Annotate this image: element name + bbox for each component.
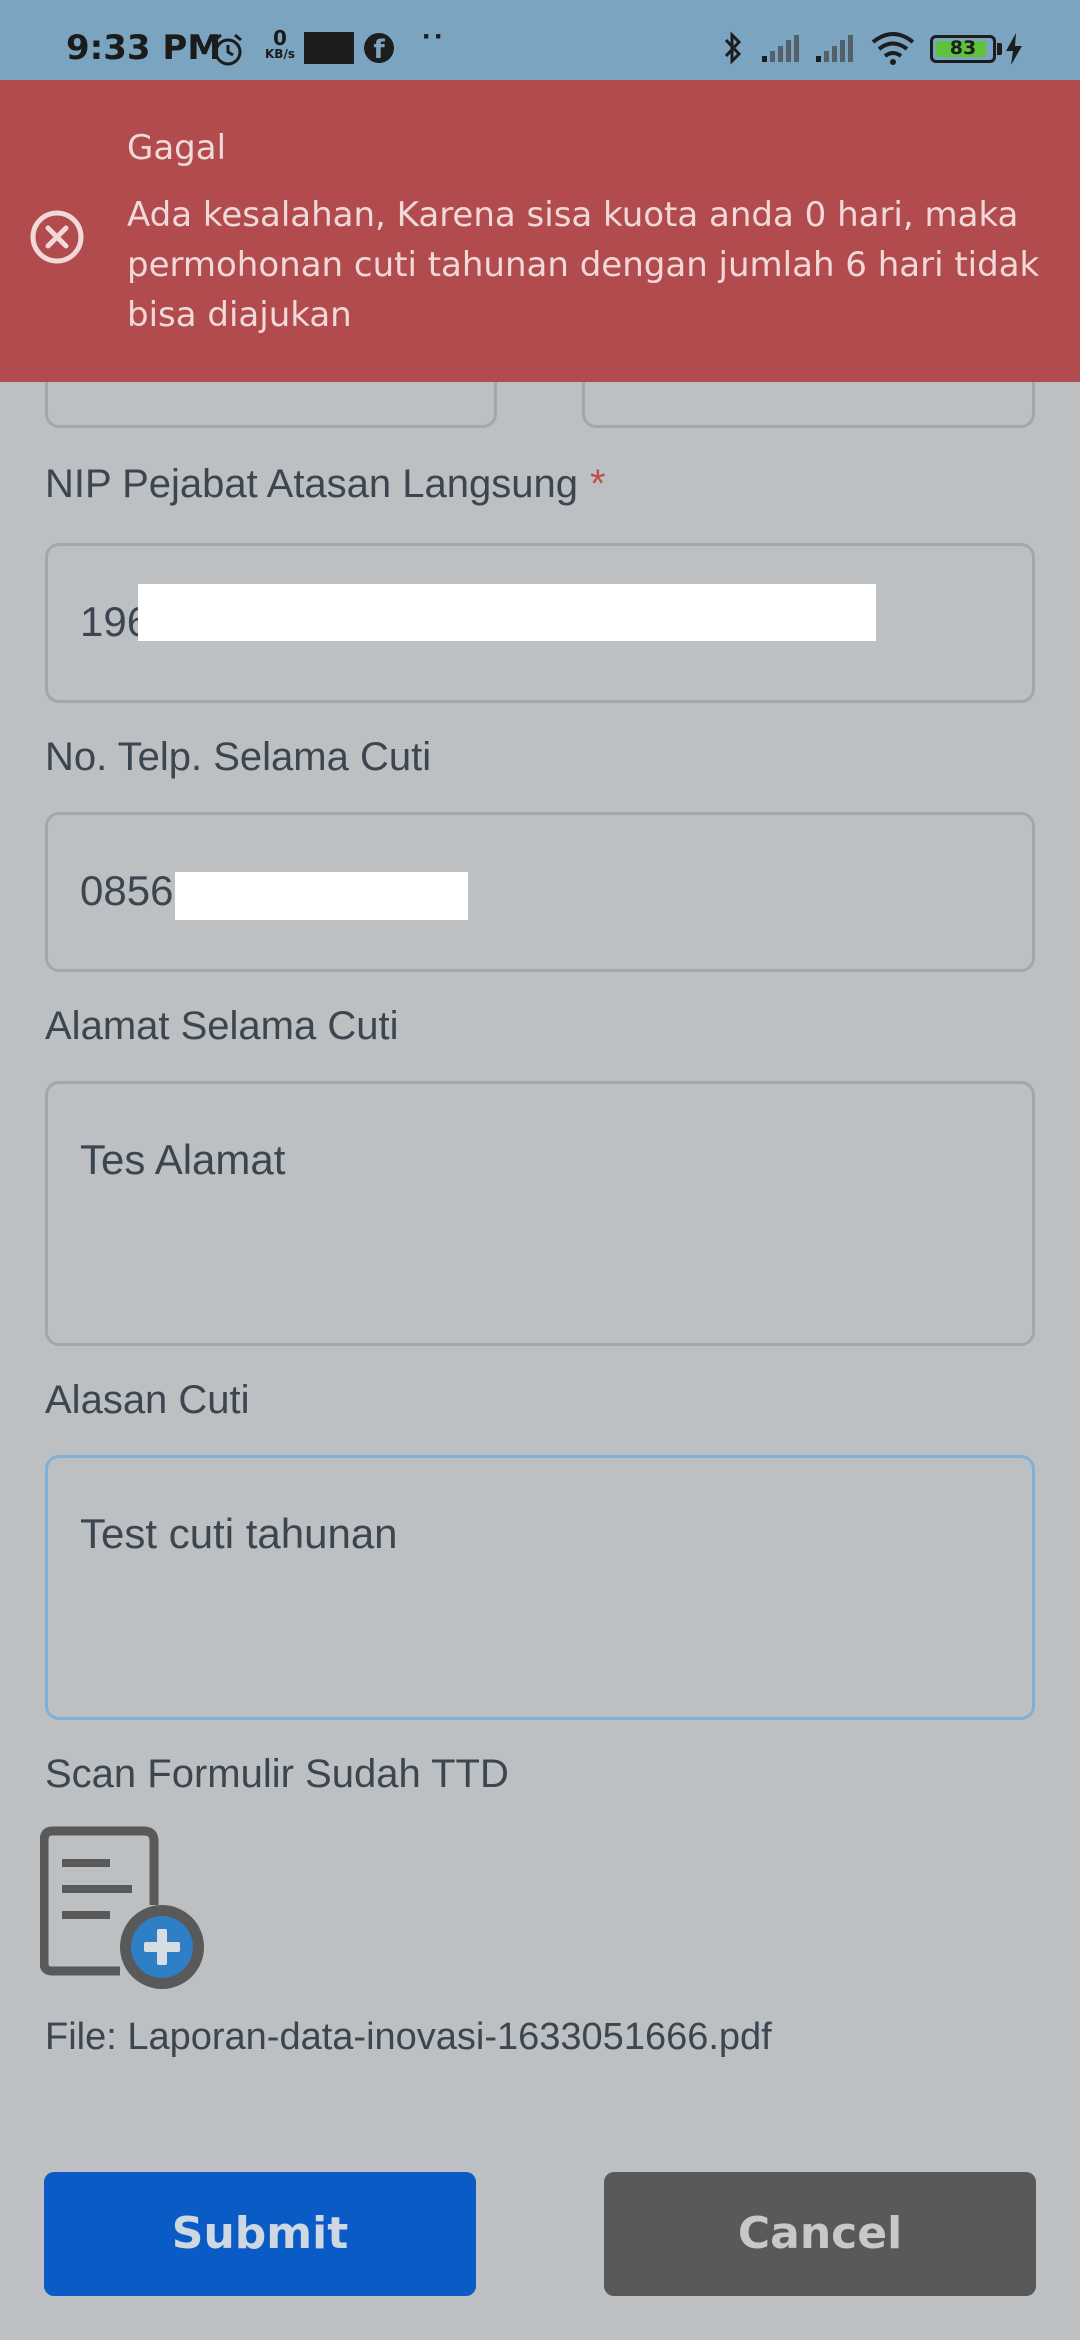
nip-label: NIP Pejabat Atasan Langsung *: [45, 462, 606, 506]
address-label: Alamat Selama Cuti: [45, 1004, 399, 1048]
charging-icon: [1006, 33, 1022, 65]
redacted-block: [175, 872, 468, 920]
address-value: Tes Alamat: [80, 1136, 286, 1183]
scan-label: Scan Formulir Sudah TTD: [45, 1752, 509, 1796]
phone-input[interactable]: 0856: [45, 812, 1035, 972]
phone-value: 0856: [80, 867, 174, 914]
status-bar: 9:33 PM 0 KB/s f ·· 83: [0, 0, 1080, 80]
error-toast: Gagal Ada kesalahan, Karena sisa kuota a…: [0, 80, 1080, 382]
toast-title: Gagal: [127, 128, 227, 168]
add-document-icon[interactable]: [40, 1825, 212, 1995]
reason-value: Test cuti tahunan: [80, 1510, 398, 1557]
error-circle-icon: [30, 210, 84, 264]
wifi-icon: [871, 32, 915, 65]
cancel-button[interactable]: Cancel: [604, 2172, 1036, 2296]
address-textarea[interactable]: Tes Alamat: [45, 1081, 1035, 1346]
notification-icon: [304, 32, 354, 64]
file-name: File: Laporan-data-inovasi-1633051666.pd…: [45, 2016, 772, 2058]
submit-button[interactable]: Submit: [44, 2172, 476, 2296]
nip-input[interactable]: 196: [45, 543, 1035, 703]
reason-textarea[interactable]: Test cuti tahunan: [45, 1455, 1035, 1720]
signal-icon-2: [816, 35, 853, 62]
signal-icon: [762, 35, 799, 62]
required-mark: *: [590, 462, 606, 506]
phone-label: No. Telp. Selama Cuti: [45, 735, 432, 779]
status-time: 9:33 PM: [66, 28, 222, 68]
more-notifications-icon: ··: [422, 20, 446, 53]
bluetooth-icon: [724, 31, 742, 65]
battery-icon: 83: [930, 35, 1002, 63]
toast-message: Ada kesalahan, Karena sisa kuota anda 0 …: [127, 195, 1040, 335]
facebook-icon: f: [364, 33, 394, 65]
redacted-block: [138, 584, 876, 641]
alarm-icon: [214, 33, 242, 66]
reason-label: Alasan Cuti: [45, 1378, 250, 1422]
network-speed: 0 KB/s: [265, 26, 295, 61]
